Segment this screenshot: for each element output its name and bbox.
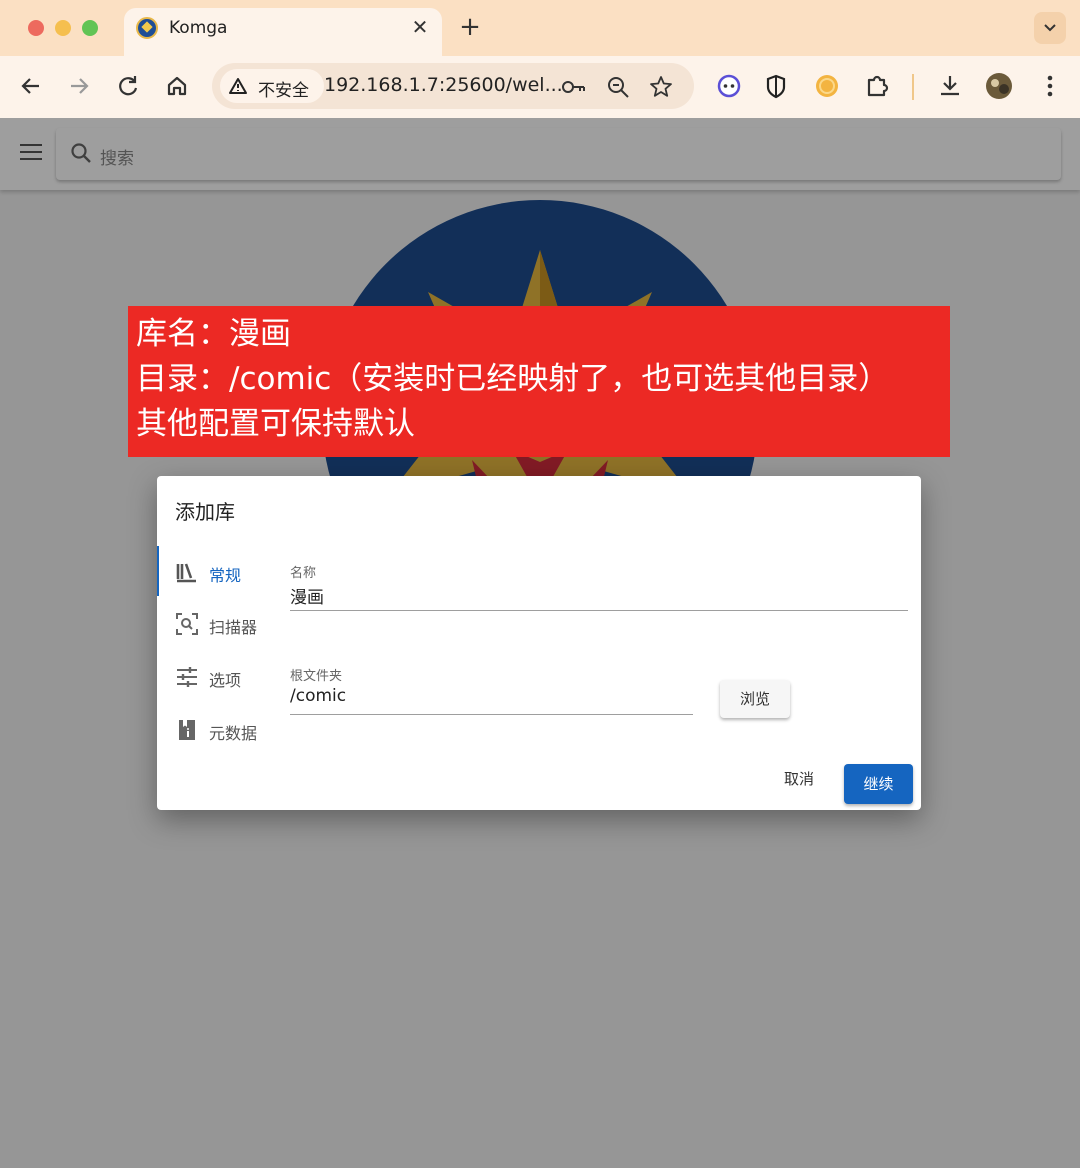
annotation-line: 目录：/comic（安装时已经映射了，也可选其他目录） xyxy=(136,361,890,397)
window-minimize-button[interactable] xyxy=(55,20,71,36)
reload-button[interactable] xyxy=(113,71,143,101)
tab-label: 选项 xyxy=(209,671,242,690)
warning-icon xyxy=(229,78,247,94)
chevron-down-icon xyxy=(1044,24,1056,32)
name-field-underline xyxy=(290,610,908,611)
tab-close-icon[interactable]: ✕ xyxy=(408,15,432,39)
browser-tab-komga[interactable]: Komga ✕ xyxy=(124,8,442,56)
reload-icon xyxy=(119,76,138,96)
browser-tab-strip: Komga ✕ + xyxy=(0,0,1080,56)
window-close-button[interactable] xyxy=(28,20,44,36)
tab-scanner[interactable]: 扫描器 xyxy=(175,610,295,640)
extension-shield-icon[interactable] xyxy=(760,70,792,102)
tab-title: Komga xyxy=(169,18,228,38)
extension-orange-icon[interactable] xyxy=(811,70,843,102)
bookmark-star-icon[interactable] xyxy=(648,74,674,100)
profile-avatar[interactable] xyxy=(983,70,1015,102)
tab-label: 常规 xyxy=(209,566,242,585)
library-books-icon xyxy=(176,563,196,583)
tab-label: 扫描器 xyxy=(209,618,258,637)
tab-search-button[interactable] xyxy=(1034,12,1066,44)
browse-button[interactable]: 浏览 xyxy=(720,680,790,718)
arrow-right-icon xyxy=(71,78,89,94)
forward-button[interactable] xyxy=(64,71,94,101)
root-folder-underline xyxy=(290,714,693,715)
home-icon xyxy=(167,76,187,96)
tab-general[interactable]: 常规 xyxy=(175,558,295,588)
root-folder-label: 根文件夹 xyxy=(290,669,343,684)
annotation-line: 其他配置可保持默认 xyxy=(136,406,415,442)
komga-page: 搜索 库名：漫画 目录：/comic（安装时已经映射了，也可选其他目录） 其他配… xyxy=(0,118,1080,1168)
extension-face-icon[interactable] xyxy=(713,70,745,102)
new-tab-button[interactable]: + xyxy=(456,12,484,42)
cancel-button[interactable]: 取消 xyxy=(771,768,827,794)
continue-button[interactable]: 继续 xyxy=(844,764,913,804)
url-text: 192.168.1.7:25600/wel... xyxy=(324,74,563,96)
annotation-banner: 库名：漫画 目录：/comic（安装时已经映射了，也可选其他目录） 其他配置可保… xyxy=(128,306,950,457)
metadata-book-icon xyxy=(179,720,195,740)
active-tab-indicator xyxy=(157,546,159,596)
browser-toolbar: 不安全 192.168.1.7:25600/wel... xyxy=(0,56,1080,118)
name-field[interactable]: 漫画 xyxy=(290,583,324,608)
password-key-icon[interactable] xyxy=(560,74,586,100)
extensions-puzzle-icon[interactable] xyxy=(861,70,893,102)
arrow-left-icon xyxy=(21,78,39,94)
annotation-line: 库名：漫画 xyxy=(136,316,291,352)
address-bar[interactable]: 不安全 192.168.1.7:25600/wel... xyxy=(212,63,694,109)
tune-icon xyxy=(177,667,197,687)
root-folder-field[interactable]: /comic xyxy=(290,686,346,706)
scanner-icon xyxy=(176,613,198,635)
add-library-dialog: 添加库 常规 扫描器 选项 元数据 名称 漫画 根文件夹 /comic 浏览 取… xyxy=(157,476,921,810)
zoom-icon[interactable] xyxy=(605,74,631,100)
window-maximize-button[interactable] xyxy=(82,20,98,36)
toolbar-divider xyxy=(912,74,914,100)
security-indicator[interactable]: 不安全 xyxy=(220,69,324,103)
name-field-label: 名称 xyxy=(290,566,317,581)
tab-options[interactable]: 选项 xyxy=(175,663,295,693)
home-button[interactable] xyxy=(162,71,192,101)
security-label: 不安全 xyxy=(258,81,309,101)
komga-favicon-icon xyxy=(136,17,158,39)
tab-metadata[interactable]: 元数据 xyxy=(175,716,295,746)
back-button[interactable] xyxy=(16,71,46,101)
dialog-title: 添加库 xyxy=(175,500,235,524)
browser-menu-icon[interactable] xyxy=(1034,70,1066,102)
tab-label: 元数据 xyxy=(209,724,258,743)
download-icon[interactable] xyxy=(934,70,966,102)
